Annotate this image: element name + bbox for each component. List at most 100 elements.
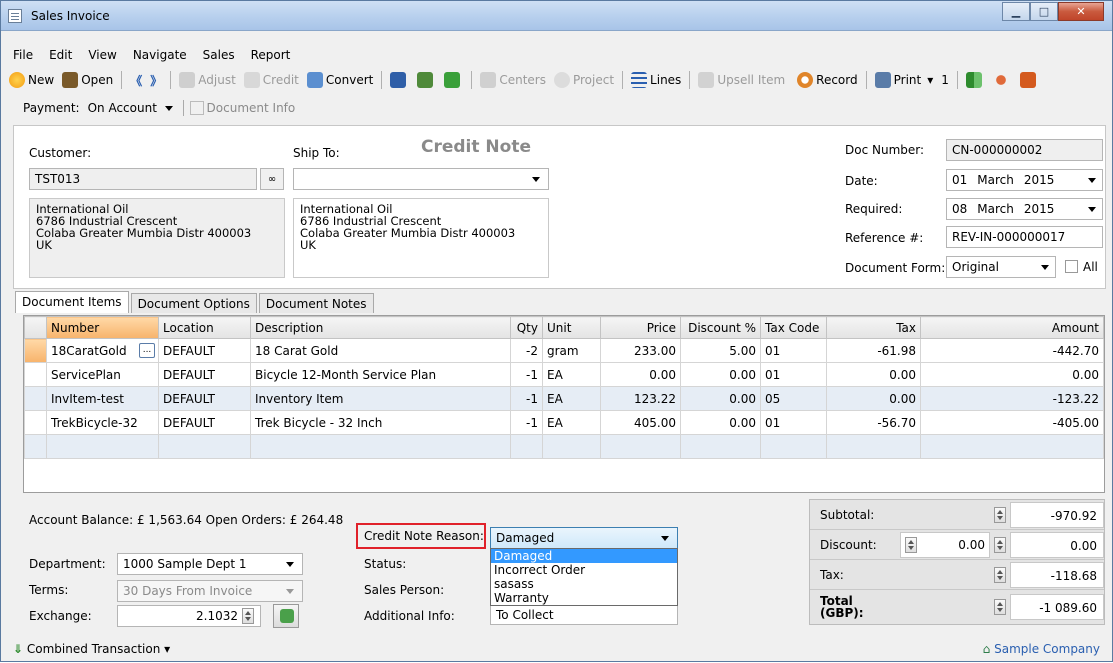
copies-field[interactable]: 1: [941, 73, 949, 87]
chart-button[interactable]: [965, 72, 985, 88]
discount-spinner[interactable]: [994, 536, 1006, 553]
col-number[interactable]: Number: [46, 316, 159, 339]
print-dropdown-icon[interactable]: ▾: [927, 73, 933, 87]
project-button[interactable]: Project: [553, 72, 614, 88]
cell-unit[interactable]: gram: [542, 338, 601, 363]
department-select[interactable]: 1000 Sample Dept 1: [117, 553, 303, 575]
new-row[interactable]: [24, 434, 1104, 459]
dropdown-option-damaged[interactable]: Damaged: [491, 549, 677, 563]
cell-discount[interactable]: 0.00: [680, 362, 761, 387]
menu-edit[interactable]: Edit: [41, 45, 80, 65]
col-qty[interactable]: Qty: [510, 316, 543, 339]
col-description[interactable]: Description: [250, 316, 511, 339]
col-tax-code[interactable]: Tax Code: [760, 316, 827, 339]
cell-unit[interactable]: EA: [542, 386, 601, 411]
col-location[interactable]: Location: [158, 316, 251, 339]
open-button[interactable]: Open: [62, 72, 113, 88]
cell-tax[interactable]: -61.98: [826, 338, 921, 363]
cell-price[interactable]: 405.00: [600, 410, 681, 435]
cell-tax-code[interactable]: 01: [760, 410, 827, 435]
subtotal-spinner[interactable]: [994, 506, 1006, 523]
exchange-refresh-button[interactable]: [273, 604, 299, 628]
tab-document-options[interactable]: Document Options: [130, 293, 257, 313]
empty-cell[interactable]: [510, 434, 543, 459]
date-field[interactable]: 01 March 2015: [946, 169, 1103, 191]
cell-qty[interactable]: -1: [510, 362, 543, 387]
row-header[interactable]: [24, 434, 47, 459]
save-button[interactable]: [390, 72, 409, 88]
company-indicator[interactable]: ⌂ Sample Company: [983, 642, 1100, 656]
dropdown-option-incorrect-order[interactable]: Incorrect Order: [491, 563, 677, 577]
cell-qty[interactable]: -1: [510, 386, 543, 411]
close-button[interactable]: ✕: [1058, 2, 1104, 21]
table-row[interactable]: InvItem-test DEFAULT Inventory Item -1 E…: [24, 386, 1104, 411]
cell-description[interactable]: Bicycle 12-Month Service Plan: [250, 362, 511, 387]
cell-location[interactable]: DEFAULT: [158, 338, 251, 363]
record-button[interactable]: Record: [797, 72, 858, 88]
terms-select[interactable]: 30 Days From Invoice: [117, 580, 303, 602]
discount-percent-spinner[interactable]: [905, 536, 917, 553]
empty-cell[interactable]: [760, 434, 827, 459]
credit-note-reason-select[interactable]: Damaged: [490, 527, 678, 549]
empty-cell[interactable]: [46, 434, 159, 459]
credit-button[interactable]: Credit: [243, 72, 299, 88]
dropdown-option-sasass[interactable]: sasass: [491, 577, 677, 591]
empty-cell[interactable]: [680, 434, 761, 459]
cell-amount[interactable]: -123.22: [920, 386, 1104, 411]
customer-field[interactable]: TST013: [29, 168, 257, 190]
cell-description[interactable]: Trek Bicycle - 32 Inch: [250, 410, 511, 435]
cell-location[interactable]: DEFAULT: [158, 362, 251, 387]
discount-percent-field[interactable]: 0.00: [900, 531, 990, 558]
col-amount[interactable]: Amount: [920, 316, 1104, 339]
minimize-button[interactable]: ▁: [1002, 2, 1030, 21]
cell-amount[interactable]: -405.00: [920, 410, 1104, 435]
cell-price[interactable]: 233.00: [600, 338, 681, 363]
recycle-button[interactable]: [444, 72, 463, 88]
combined-transaction-button[interactable]: ⇓ Combined Transaction ▾: [13, 642, 170, 656]
menu-file[interactable]: File: [5, 45, 41, 65]
refresh-button[interactable]: [417, 72, 436, 88]
row-header[interactable]: [24, 362, 47, 387]
tax-spinner[interactable]: [994, 566, 1006, 583]
adjust-button[interactable]: Adjust: [179, 72, 236, 88]
new-button[interactable]: New: [9, 72, 54, 88]
menu-report[interactable]: Report: [243, 45, 299, 65]
table-row[interactable]: 18CaratGold... DEFAULT 18 Carat Gold -2 …: [24, 338, 1104, 363]
cell-unit[interactable]: EA: [542, 410, 601, 435]
tab-document-items[interactable]: Document Items: [15, 291, 129, 313]
prev-record-button[interactable]: 《: [130, 72, 142, 89]
col-discount[interactable]: Discount %: [680, 316, 761, 339]
empty-cell[interactable]: [600, 434, 681, 459]
cell-discount[interactable]: 0.00: [680, 386, 761, 411]
cell-amount[interactable]: -442.70: [920, 338, 1104, 363]
centers-button[interactable]: Centers: [480, 72, 546, 88]
empty-cell[interactable]: [920, 434, 1104, 459]
empty-cell[interactable]: [826, 434, 921, 459]
cell-unit[interactable]: EA: [542, 362, 601, 387]
cell-number[interactable]: TrekBicycle-32: [46, 410, 159, 435]
cell-tax-code[interactable]: 01: [760, 362, 827, 387]
menu-navigate[interactable]: Navigate: [125, 45, 195, 65]
cell-qty[interactable]: -2: [510, 338, 543, 363]
empty-cell[interactable]: [542, 434, 601, 459]
cell-tax[interactable]: 0.00: [826, 362, 921, 387]
cell-tax[interactable]: -56.70: [826, 410, 921, 435]
all-checkbox[interactable]: [1065, 260, 1078, 273]
cell-number[interactable]: ServicePlan: [46, 362, 159, 387]
table-row[interactable]: TrekBicycle-32 DEFAULT Trek Bicycle - 32…: [24, 410, 1104, 435]
maximize-button[interactable]: □: [1030, 2, 1058, 21]
lines-button[interactable]: Lines: [631, 72, 681, 88]
reference-field[interactable]: REV-IN-000000017: [946, 226, 1103, 248]
cell-price[interactable]: 0.00: [600, 362, 681, 387]
document-form-select[interactable]: Original: [946, 256, 1056, 278]
upsell-button[interactable]: Upsell Item: [698, 72, 785, 88]
total-spinner[interactable]: [994, 599, 1006, 615]
col-price[interactable]: Price: [600, 316, 681, 339]
row-header[interactable]: [24, 338, 47, 363]
calendar-button[interactable]: [1019, 72, 1039, 88]
print-button[interactable]: Print ▾: [874, 72, 933, 88]
cell-number[interactable]: 18CaratGold...: [46, 338, 159, 363]
exchange-field[interactable]: 2.1032: [117, 605, 261, 627]
menu-view[interactable]: View: [80, 45, 124, 65]
cell-discount[interactable]: 5.00: [680, 338, 761, 363]
